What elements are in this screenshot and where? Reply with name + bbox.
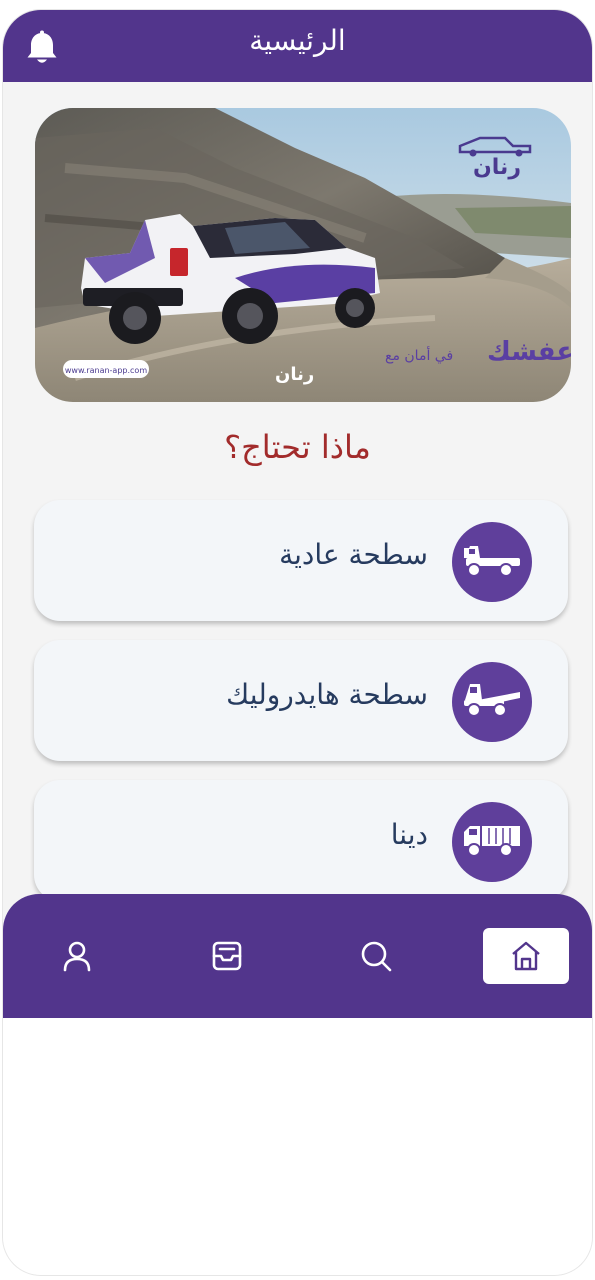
service-card-regular-flatbed[interactable]: سطحة عادية xyxy=(34,500,568,621)
banner-website: www.ranan-app.com xyxy=(65,366,147,375)
banner-slogan-brand: رنان xyxy=(275,364,314,385)
bottom-navigation xyxy=(3,894,592,1018)
service-card-hydraulic-flatbed[interactable]: سطحة هايدروليك xyxy=(34,640,568,761)
home-tab-active[interactable] xyxy=(483,928,569,984)
empty-area xyxy=(3,1018,592,1275)
service-label: سطحة عادية xyxy=(279,538,428,571)
top-app-bar: الرئيسية xyxy=(3,10,592,82)
banner-slogan-main: عفشك xyxy=(487,337,571,367)
orders-inbox-icon[interactable] xyxy=(199,928,255,984)
section-title: ماذا تحتاج؟ xyxy=(224,428,371,466)
dyna-truck-icon xyxy=(452,802,532,882)
service-card-dyna[interactable]: دينا xyxy=(34,780,568,901)
banner-logo-text: رنان xyxy=(473,155,521,180)
search-icon[interactable] xyxy=(348,928,404,984)
service-label: سطحة هايدروليك xyxy=(226,678,428,711)
service-label: دينا xyxy=(390,818,428,851)
hydraulic-flatbed-truck-icon xyxy=(452,662,532,742)
app-screen: الرئيسية رنان عفشك في أمان مع رنان www.r… xyxy=(3,10,592,1275)
flatbed-truck-icon xyxy=(452,522,532,602)
promo-banner[interactable]: رنان عفشك في أمان مع رنان www.ranan-app.… xyxy=(35,108,571,402)
page-title: الرئيسية xyxy=(249,24,346,57)
home-icon xyxy=(512,941,540,971)
banner-slogan-rest: في أمان مع xyxy=(385,346,453,364)
profile-icon[interactable] xyxy=(49,928,105,984)
